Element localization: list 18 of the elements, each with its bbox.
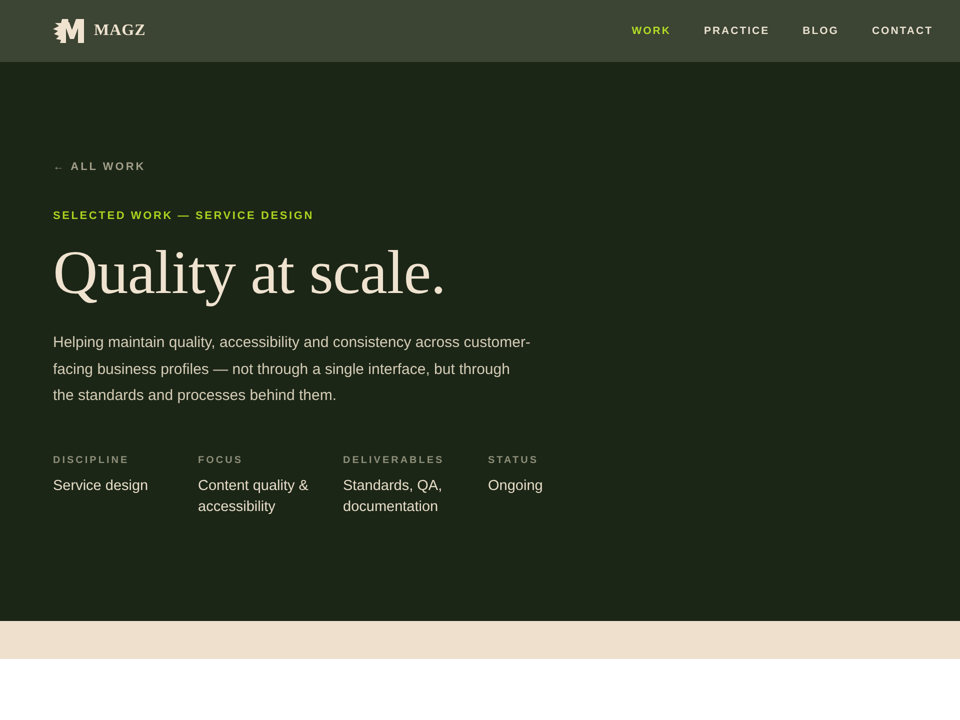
meta-label: STATUS (488, 454, 539, 466)
intro-paragraph: Helping maintain quality, accessibility and consistency across customer-facing business profiles — not through a single interface, but through the standards and processes behind them. (53, 333, 532, 406)
nav-link[interactable]: PRACTICE (704, 24, 770, 38)
page-title: Quality at scale. (53, 238, 446, 309)
brand-name[interactable]: MAGZ (94, 19, 146, 43)
back-link[interactable]: ← ALL WORK (53, 160, 146, 174)
meta-value: Content quality & accessibility (198, 476, 310, 516)
nav-link[interactable]: CONTACT (872, 24, 933, 38)
meta-value: Service design (53, 476, 150, 496)
meta-value: Ongoing (488, 476, 544, 496)
eyebrow-text: SELECTED WORK — SERVICE DESIGN (53, 209, 314, 223)
meta-label: DELIVERABLES (343, 454, 444, 466)
meta-label: FOCUS (198, 454, 243, 466)
nav-link[interactable]: WORK (632, 24, 671, 38)
logo-icon (53, 19, 84, 43)
meta-value: Standards, QA, documentation (343, 476, 444, 516)
meta-label: DISCIPLINE (53, 454, 130, 466)
nav-link[interactable]: BLOG (802, 24, 839, 38)
